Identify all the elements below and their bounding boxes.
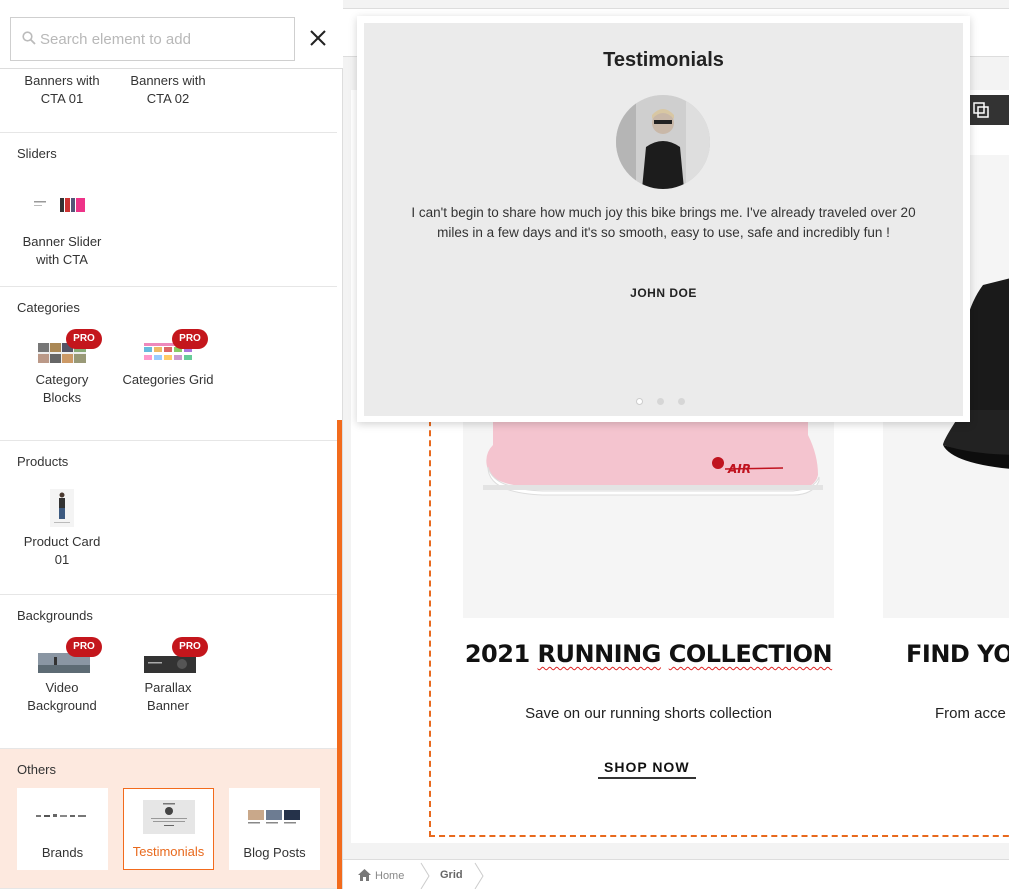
home-icon [358,869,371,881]
item-categories-grid[interactable]: PRO Categories Grid [122,329,214,389]
blog-posts-thumbnail [248,810,300,824]
carousel-dot[interactable] [657,398,664,405]
item-category-blocks[interactable]: PRO Category Blocks [16,329,108,407]
carousel-dot[interactable] [678,398,685,405]
breadcrumb-home-label: Home [375,870,405,882]
person-photo [616,95,710,189]
brands-thumbnail [36,814,86,817]
item-product-card-01[interactable]: Product Card 01 [16,489,108,569]
search-row [0,0,343,69]
section-others: Others Brands Testimonials Blog Posts [0,749,337,889]
avatar [616,95,710,189]
testimonial-quote: I can't begin to share how much joy this… [411,205,916,240]
item-label: Product Card 01 [23,534,101,567]
breadcrumb-current[interactable]: Grid [440,869,463,881]
shop-now-link[interactable]: SHOP NOW [598,759,696,779]
section-products: Products Product Card 01 [0,441,337,595]
second-collection-subtitle: From acce [935,705,1006,722]
item-label: Categories Grid [122,372,214,387]
section-title: Others [17,762,57,777]
item-banners-cta-02[interactable]: Banners with CTA 02 [122,72,214,108]
chevron-right-icon [474,862,484,889]
item-label: Category Blocks [35,372,89,405]
testimonials-title: Testimonials [603,49,724,71]
item-label: Banners with CTA 02 [130,73,206,106]
duplicate-icon[interactable] [972,101,990,119]
section-banners: Banners with CTA 01 Banners with CTA 02 [0,69,337,133]
item-video-background[interactable]: PRO Video Background [16,637,108,715]
item-parallax-banner[interactable]: PRO Parallax Banner [122,637,214,715]
collection-title-word: RUNNING [537,640,662,668]
section-title: Products [17,454,69,469]
item-brands[interactable]: Brands [17,788,108,870]
collection-title: 2021 RUNNING COLLECTION [463,640,834,668]
panel-scrollbar[interactable] [337,420,342,889]
item-banner-slider-cta[interactable]: Banner Slider with CTA [16,191,108,269]
breadcrumb-home[interactable]: Home [358,869,404,882]
section-categories: Categories PRO Category Blocks PRO Categ… [0,287,337,441]
item-label: Parallax Banner [144,680,192,713]
close-icon[interactable] [306,26,330,50]
collection-title-year: 2021 [464,640,530,668]
carousel-dots [636,392,699,410]
search-box[interactable] [10,17,295,61]
app: Banners with CTA 01 Banners with CTA 02 … [0,0,1009,889]
section-sliders: Sliders Banner Slider with CTA [0,133,337,287]
testimonials-preview: Testimonials I can't begin to share how … [364,23,963,416]
pro-badge: PRO [172,637,208,657]
element-list[interactable]: Banners with CTA 01 Banners with CTA 02 … [0,69,337,889]
item-label: Blog Posts [243,845,306,860]
section-title: Categories [17,300,80,315]
item-banners-cta-01[interactable]: Banners with CTA 01 [16,72,108,108]
collection-title-word-2: COLLECTION [668,640,833,668]
section-title: Backgrounds [17,608,93,623]
item-label: Brands [41,845,84,860]
banner-slider-thumbnail [34,198,85,212]
search-input[interactable] [40,18,290,60]
product-card-thumbnail [50,489,74,527]
pro-badge: PRO [66,637,102,657]
search-icon [22,31,36,45]
item-label: Video Background [27,680,97,713]
item-label: Banners with CTA 01 [24,73,100,106]
testimonials-thumbnail [143,800,195,834]
carousel-dot[interactable] [636,398,643,405]
second-collection-title: FIND YOU [906,640,1009,668]
pro-badge: PRO [172,329,208,349]
pro-badge: PRO [66,329,102,349]
section-backgrounds: Backgrounds PRO Video Background PRO Par… [0,595,337,749]
testimonial-author: JOHN DOE [630,286,697,300]
item-label: Banner Slider with CTA [22,234,102,267]
chevron-right-icon [420,862,430,889]
breadcrumb: Home Grid [343,859,1009,889]
testimonials-preview-popup: Testimonials I can't begin to share how … [357,16,970,422]
item-blog-posts[interactable]: Blog Posts [229,788,320,870]
item-label: Testimonials [132,844,205,859]
element-panel: Banners with CTA 01 Banners with CTA 02 … [0,0,343,889]
section-title: Sliders [17,146,57,161]
collection-subtitle: Save on our running shorts collection [525,705,772,722]
item-testimonials[interactable]: Testimonials [123,788,214,870]
